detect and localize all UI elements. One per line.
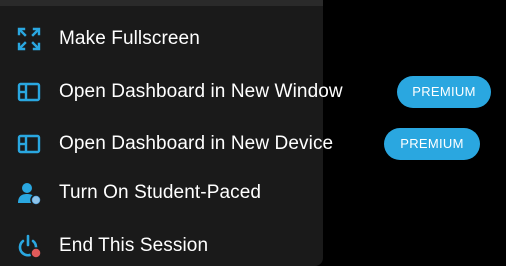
power-icon [18,234,42,259]
open-dashboard-new-window-label: Open Dashboard in New Window [59,81,343,102]
open-dashboard-new-device-label: Open Dashboard in New Device [59,133,334,154]
session-options-menu: Make Fullscreen Open Dashboard in New Wi… [0,0,491,266]
dashboard-layout-icon [17,82,41,102]
premium-badge: PREMIUM [397,76,491,108]
make-fullscreen-menu-item[interactable]: Make Fullscreen [0,19,323,59]
end-this-session-menu-item[interactable]: End This Session [0,226,323,266]
premium-badge: PREMIUM [384,128,480,160]
make-fullscreen-label: Make Fullscreen [59,28,200,49]
expand-icon [17,27,41,51]
user-icon [18,183,42,206]
open-dashboard-new-device-menu-item[interactable]: Open Dashboard in New Device PREMIUM [0,124,506,164]
dashboard-layout-icon [17,134,41,154]
open-dashboard-new-window-menu-item[interactable]: Open Dashboard in New Window PREMIUM [0,72,506,112]
end-this-session-label: End This Session [59,235,209,256]
turn-on-student-paced-label: Turn On Student-Paced [59,182,262,203]
turn-on-student-paced-menu-item[interactable]: Turn On Student-Paced [0,173,323,213]
